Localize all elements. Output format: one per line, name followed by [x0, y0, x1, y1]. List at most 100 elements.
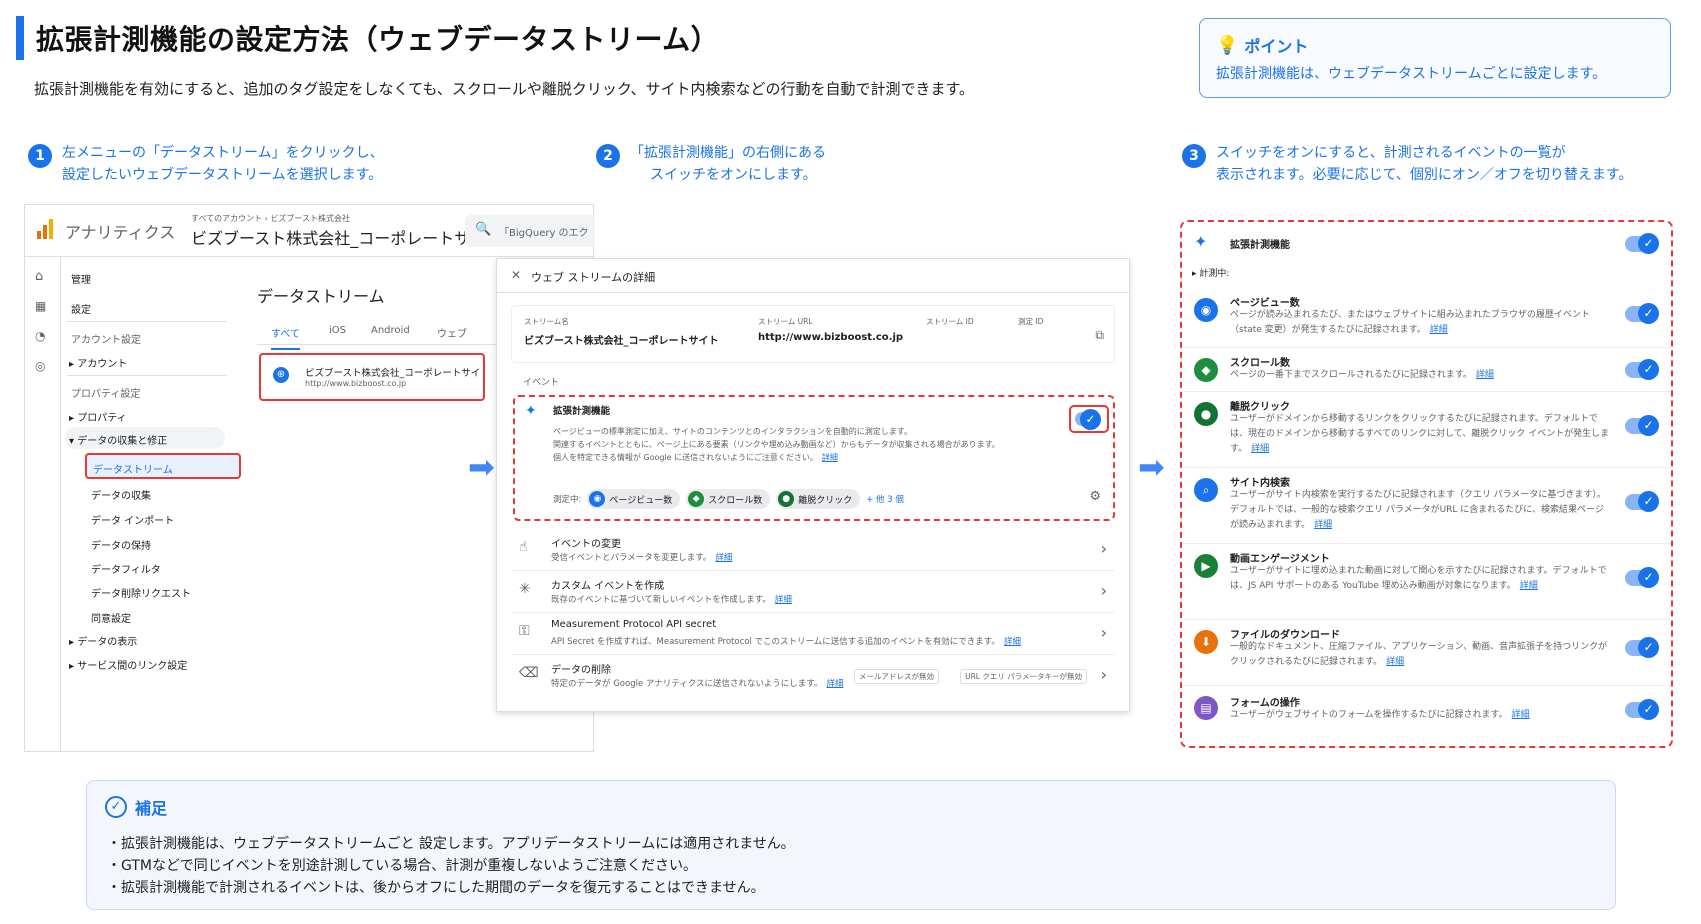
tab-all[interactable]: すべて	[271, 325, 300, 350]
master-toggle[interactable]	[1625, 233, 1659, 254]
nav-admin[interactable]: 管理	[71, 271, 91, 286]
scroll-icon: ◆	[688, 491, 705, 507]
chip-scroll[interactable]: ◆ スクロール数	[686, 489, 771, 509]
eye-icon: ◉	[589, 491, 606, 507]
scroll-icon: ◆	[1194, 358, 1218, 382]
event-row-outbound: ● 離脱クリック ユーザーがドメインから移動するリンクをクリックするたびに記録さ…	[1182, 392, 1671, 468]
event-row-video: ▶ 動画エンゲージメント ユーザーがサイトに埋め込まれた動画に対して関心を示すた…	[1182, 544, 1671, 620]
stream-tabs: すべて iOS Android ウェブ	[257, 315, 497, 350]
point-label: ポイント	[1244, 37, 1309, 56]
toggle-site-search[interactable]	[1625, 491, 1659, 512]
event-row-download: ⬇ ファイルのダウンロード 一般的なドキュメント、圧縮ファイル、アプリケーション…	[1182, 620, 1671, 686]
gear-icon[interactable]: ⚙	[1089, 489, 1101, 504]
home-icon[interactable]: ⌂	[35, 269, 43, 284]
toggle-form[interactable]	[1625, 699, 1659, 720]
nav-data-collection[interactable]: ▾ データの収集と修正	[65, 427, 225, 449]
step-text: スイッチをオンにすると、計測されるイベントの一覧が 表示されます。必要に応じて、個…	[1216, 145, 1633, 183]
stream-info: ストリーム名 ビズブースト株式会社_コーポレートサイト ストリーム URL ht…	[511, 305, 1115, 363]
search-bar[interactable]: 🔍 「BigQuery のエク	[465, 215, 595, 247]
nav-account-settings[interactable]: アカウント設定	[71, 331, 141, 346]
toggle-scroll[interactable]	[1625, 359, 1659, 380]
tab-web[interactable]: ウェブ	[437, 325, 467, 340]
row-mp-secret[interactable]: ⚿ Measurement Protocol API secret API Sec…	[511, 613, 1115, 655]
measuring-label: ▸ 計測中:	[1192, 269, 1230, 279]
download-icon: ⬇	[1194, 630, 1218, 654]
nav-data-collect[interactable]: データの収集	[91, 487, 151, 502]
supplement-box: ✓ 補足 ・拡張計測機能は、ウェブデータストリームごと 設定します。アプリデータ…	[86, 780, 1616, 910]
nav-account[interactable]: ▸ アカウント	[69, 355, 127, 370]
tab-android[interactable]: Android	[371, 325, 410, 336]
chip-outbound[interactable]: ● 離脱クリック	[776, 489, 861, 509]
tab-ios[interactable]: iOS	[329, 325, 346, 336]
nav-data-retention[interactable]: データの保持	[91, 537, 151, 552]
close-icon[interactable]: ✕	[511, 268, 521, 282]
chevron-right-icon: ›	[1100, 581, 1107, 600]
event-row-scroll: ◆ スクロール数 ページの一番下までスクロールされるたびに記録されます。 詳細	[1182, 348, 1671, 392]
detail-header: ✕ ウェブ ストリームの詳細	[497, 259, 1129, 293]
event-row-site-search: ⌕ サイト内検索 ユーザーがサイト内検索を実行するたびに記録されます（クエリ パ…	[1182, 468, 1671, 544]
em-description: ページビューの標準測定に加え、サイトのコンテンツとのインタラクションを自動的に測…	[553, 427, 1000, 462]
supplement-header: ✓ 補足	[105, 795, 167, 819]
toggle-outbound[interactable]	[1625, 415, 1659, 436]
enhanced-measurement-card: ✦ 拡張計測機能 ページビューの標準測定に加え、サイトのコンテンツとのインタラク…	[513, 395, 1115, 521]
nav-consent[interactable]: 同意設定	[91, 610, 131, 625]
copy-icon[interactable]: ⧉	[1095, 328, 1104, 343]
nav-data-streams[interactable]: データストリーム	[85, 453, 241, 479]
step-number: 3	[1182, 144, 1206, 168]
step-text: 左メニューの「データストリーム」をクリックし、 設定したいウェブデータストリームを…	[62, 145, 384, 183]
events-label: イベント	[523, 378, 560, 388]
detail-title: ウェブ ストリームの詳細	[531, 271, 656, 284]
row-modify-events[interactable]: ☝ イベントの変更 受信イベントとパラメータを変更します。 詳細 ›	[511, 529, 1115, 571]
stream-name: ビズブースト株式会社_コーポレートサイ	[305, 368, 481, 379]
more-link[interactable]: + 他 3 個	[866, 493, 904, 505]
chevron-right-icon: ›	[1100, 665, 1107, 684]
point-callout: 💡 ポイント 拡張計測機能は、ウェブデータストリームごとに設定します。	[1199, 18, 1671, 98]
globe-icon: ⊕	[273, 367, 289, 383]
arrow-right-icon: ➡	[468, 448, 495, 486]
chip-pageview[interactable]: ◉ ページビュー数	[587, 489, 681, 509]
ga-icon-rail: ⌂ ▦ ◔ ◎	[25, 257, 61, 751]
nav-data-filters[interactable]: データフィルタ	[91, 561, 161, 576]
nav-product-links[interactable]: ▸ サービス間のリンク設定	[69, 657, 187, 672]
toggle-download[interactable]	[1625, 637, 1659, 658]
advertising-icon[interactable]: ◎	[35, 359, 45, 373]
em-title: 拡張計測機能	[553, 406, 611, 417]
search-placeholder: 「BigQuery のエク	[499, 228, 589, 239]
step-3: 3 スイッチをオンにすると、計測されるイベントの一覧が 表示されます。必要に応じて…	[1182, 142, 1633, 186]
nav-settings[interactable]: 設定	[71, 301, 91, 316]
analytics-logo-icon	[37, 219, 53, 239]
toggle-video[interactable]	[1625, 567, 1659, 588]
divider	[67, 321, 227, 322]
nav-data-import[interactable]: データ インポート	[91, 512, 174, 527]
check-circle-icon: ✓	[105, 796, 127, 818]
step-2: 2 「拡張計測機能」の右側にある スイッチをオンにします。	[596, 142, 826, 186]
row-data-redaction[interactable]: ⌫ データの削除 特定のデータが Google アナリティクスに送信されないように…	[511, 655, 1115, 697]
step-number: 1	[28, 144, 52, 168]
breadcrumb[interactable]: すべてのアカウント › ビズブースト株式会社	[191, 213, 350, 224]
page-subtitle: 拡張計測機能を有効にすると、追加のタグ設定をしなくても、スクロールや離脱クリック…	[34, 80, 975, 98]
measuring-label: 測定中:	[553, 495, 582, 505]
stream-item[interactable]: ⊕ ビズブースト株式会社_コーポレートサイ http://www.bizboos…	[259, 353, 485, 401]
nav-data-deletion[interactable]: データ削除リクエスト	[91, 585, 191, 600]
label-measure-id: 測定 ID	[1018, 317, 1044, 326]
value-stream-url: http://www.bizboost.co.jp	[758, 332, 904, 343]
chevron-right-icon: ›	[1100, 623, 1107, 642]
nav-property-settings[interactable]: プロパティ設定	[71, 385, 140, 400]
form-icon: ▤	[1194, 696, 1218, 720]
nav-property[interactable]: ▸ プロパティ	[69, 409, 127, 424]
eye-icon: ◉	[1194, 298, 1218, 322]
explore-icon[interactable]: ◔	[35, 329, 45, 343]
stream-url: http://www.bizboost.co.jp	[305, 379, 407, 388]
tag-email: メールアドレスが無効	[854, 669, 939, 684]
row-create-events[interactable]: ✳ カスタム イベントを作成 既存のイベントに基づいて新しいイベントを作成します。…	[511, 571, 1115, 613]
toggle-pageview[interactable]	[1625, 303, 1659, 324]
em-toggle[interactable]	[1075, 409, 1101, 430]
measuring-chips: 測定中: ◉ ページビュー数 ◆ スクロール数 ● 離脱クリック + 他 3 個	[553, 489, 904, 509]
reports-icon[interactable]: ▦	[35, 299, 46, 313]
search-icon: 🔍	[475, 222, 492, 237]
stream-detail-panel: ✕ ウェブ ストリームの詳細 ストリーム名 ビズブースト株式会社_コーポレートサ…	[496, 258, 1130, 712]
property-selector[interactable]: ビズブースト株式会社_コーポレートサ	[191, 225, 470, 249]
enhanced-events-panel: ✦ 拡張計測機能 ▸ 計測中: ◉ ページビュー数 ページが読み込まれるたび、ま…	[1180, 220, 1673, 748]
value-stream-name: ビズブースト株式会社_コーポレートサイト	[524, 336, 719, 347]
nav-data-display[interactable]: ▸ データの表示	[69, 633, 137, 648]
